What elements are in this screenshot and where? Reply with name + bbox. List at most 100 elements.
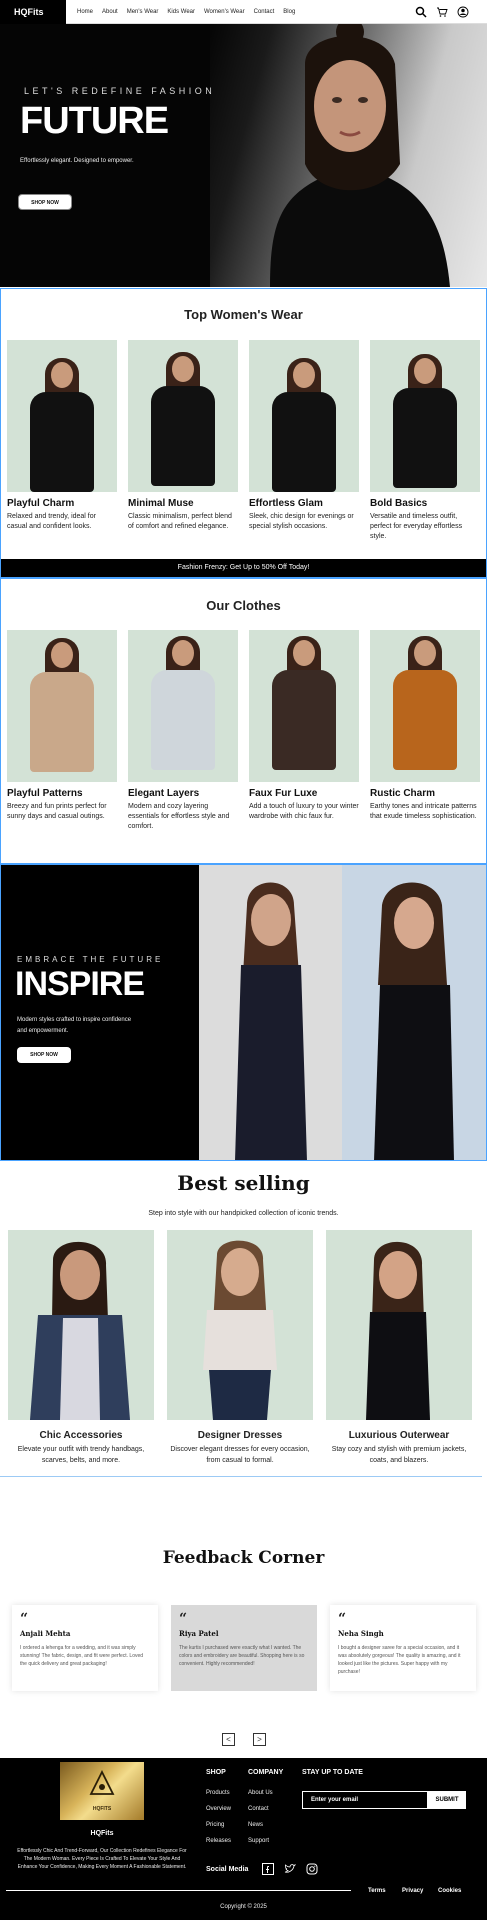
inspire-shop-now-button[interactable]: SHOP NOW [17,1047,71,1063]
inspire-eyebrow: EMBRACE THE FUTURE [17,955,164,964]
footer-link-contact[interactable]: Contact [248,1806,269,1812]
submit-button[interactable]: SUBMIT [428,1791,466,1809]
cart-icon[interactable] [436,6,448,18]
product-desc: Discover elegant dresses for every occas… [170,1446,310,1464]
footer-link-support[interactable]: Support [248,1838,269,1844]
nav-link-blog[interactable]: Blog [283,9,295,15]
footer-link-releases[interactable]: Releases [206,1838,231,1844]
product-image [167,1230,313,1420]
top-womens-title: Top Women's Wear [184,307,303,322]
model-figure [151,636,215,770]
product-card[interactable]: Rustic Charm Earthy tones and intricate … [370,630,480,822]
footer-link-terms[interactable]: Terms [368,1888,386,1894]
carousel-next-button[interactable]: > [253,1733,266,1746]
product-name: Playful Patterns [7,788,83,799]
footer-link-pricing[interactable]: Pricing [206,1822,224,1828]
product-card[interactable]: Elegant Layers Modern and cozy layering … [128,630,238,832]
hero-title: FUTURE [20,100,169,142]
company-heading: COMPANY [248,1769,284,1776]
nav-link-kids-wear[interactable]: Kids Wear [167,9,195,15]
footer-description: Effortlessly Chic And Trend-Forward, Our… [17,1848,187,1870]
product-name: Effortless Glam [249,498,323,509]
product-name: Faux Fur Luxe [249,788,318,799]
nav-link-home[interactable]: Home [77,9,93,15]
testimonial-text: I ordered a lehenga for a wedding, and i… [20,1645,144,1667]
footer-link-products[interactable]: Products [206,1790,230,1796]
feedback-title: Feedback Corner [162,1548,325,1568]
product-name: Chic Accessories [39,1430,123,1441]
product-desc: Sleek, chic design for evenings or speci… [249,513,354,530]
testimonial-card: “ Anjali Mehta I ordered a lehenga for a… [12,1605,158,1691]
product-name: Designer Dresses [197,1430,283,1441]
carousel-prev-button[interactable]: < [222,1733,235,1746]
model-figure [393,354,457,488]
product-desc: Earthy tones and intricate patterns that… [370,803,477,820]
hero-shop-now-button[interactable]: SHOP NOW [18,194,72,210]
product-desc: Classic minimalism, perfect blend of com… [128,513,232,530]
footer-link-news[interactable]: News [248,1822,263,1828]
inspire-section: EMBRACE THE FUTURE INSPIRE Modern styles… [0,864,487,1161]
nav-link-womens-wear[interactable]: Women's Wear [204,9,245,15]
footer: HQFITS HQFits Effortlessly Chic And Tren… [0,1758,487,1920]
hero-photo [210,24,487,287]
promo-banner: Fashion Frenzy: Get Up to 50% Off Today! [1,559,486,577]
product-desc: Relaxed and trendy, ideal for casual and… [7,513,96,530]
twitter-icon[interactable] [284,1862,297,1874]
section-divider [0,1476,482,1477]
footer-link-about-us[interactable]: About Us [248,1790,273,1796]
footer-link-privacy[interactable]: Privacy [402,1888,423,1894]
product-desc: Versatile and timeless outfit, perfect f… [370,513,463,540]
product-card[interactable]: Playful Charm Relaxed and trendy, ideal … [7,340,117,532]
quote-icon: “ [338,1611,347,1627]
footer-link-cookies[interactable]: Cookies [438,1888,461,1894]
footer-logo[interactable]: HQFITS [60,1762,144,1820]
product-desc: Elevate your outfit with trendy handbags… [17,1446,145,1464]
product-name: Bold Basics [370,498,428,509]
product-image [7,630,117,782]
product-image [326,1230,472,1420]
product-name: Elegant Layers [128,788,200,799]
social-icons [262,1862,318,1875]
product-card[interactable]: Minimal Muse Classic minimalism, perfect… [128,340,238,532]
quote-icon: “ [20,1611,29,1627]
model-figure [30,638,94,772]
product-name: Minimal Muse [128,498,194,509]
user-icon[interactable] [457,6,469,18]
nav-link-about[interactable]: About [102,9,118,15]
email-input[interactable]: Enter your email [302,1791,428,1809]
inspire-subtitle: Modern styles crafted to inspire confide… [17,1017,132,1034]
instagram-icon[interactable] [306,1862,318,1875]
model-illustration [203,1240,277,1420]
product-card[interactable]: Faux Fur Luxe Add a touch of luxury to y… [249,630,359,822]
product-desc: Add a touch of luxury to your winter war… [249,803,359,820]
nav-link-contact[interactable]: Contact [254,9,275,15]
product-card[interactable]: Playful Patterns Breezy and fun prints p… [7,630,117,822]
product-image [249,630,359,782]
best-selling-card[interactable]: Chic Accessories Elevate your outfit wit… [8,1230,154,1466]
inspire-title: INSPIRE [15,965,145,1003]
model-illustration [235,882,307,1160]
model-figure [151,352,215,486]
product-name: Luxurious Outerwear [348,1430,450,1441]
brand-logo[interactable]: HQFits [0,0,66,24]
model-figure [272,358,336,492]
product-card[interactable]: Effortless Glam Sleek, chic design for e… [249,340,359,532]
best-selling-card[interactable]: Luxurious Outerwear Stay cozy and stylis… [326,1230,472,1466]
product-image [370,630,480,782]
inspire-photo-2 [342,865,486,1160]
product-card[interactable]: Bold Basics Versatile and timeless outfi… [370,340,480,542]
product-image [249,340,359,492]
model-illustration [374,882,454,1160]
product-desc: Breezy and fun prints perfect for sunny … [7,803,107,820]
hero-eyebrow: LET'S REDEFINE FASHION [24,86,216,96]
best-selling-card[interactable]: Designer Dresses Discover elegant dresse… [167,1230,313,1466]
testimonial-card: “ Riya Patel The kurtis I purchased were… [171,1605,317,1691]
nav-link-mens-wear[interactable]: Men's Wear [127,9,159,15]
search-icon[interactable] [415,6,427,18]
facebook-icon[interactable] [262,1862,274,1875]
footer-link-overview[interactable]: Overview [206,1806,231,1812]
nav-icons [415,6,469,18]
model-illustration [366,1241,430,1420]
product-name: Rustic Charm [370,788,436,799]
product-image [128,340,238,492]
